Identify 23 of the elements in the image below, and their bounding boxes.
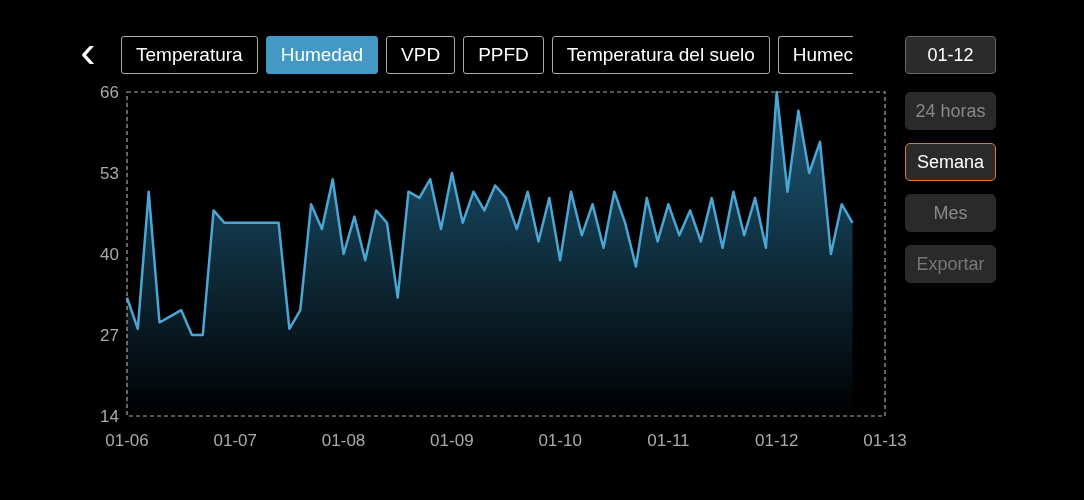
y-tick-label: 53 [100,164,119,183]
tab[interactable]: VPD [386,36,456,74]
tab[interactable]: Temperatura [121,36,258,74]
back-button[interactable]: ‹ [74,36,102,74]
x-tick-label: 01-08 [321,431,366,450]
tab[interactable]: PPFD [463,36,544,74]
x-tick-label: 01-13 [863,431,907,450]
y-tick-label: 40 [100,245,119,264]
x-tick-label: 01-09 [430,431,474,450]
x-tick-label: 01-11 [647,431,690,450]
x-tick-label: 01-10 [538,431,582,450]
y-tick-label: 14 [100,407,119,426]
y-tick-label: 66 [100,83,119,102]
tab[interactable]: Humec [777,36,853,74]
range-button[interactable]: Mes [905,194,996,232]
x-tick-label: 01-06 [105,431,149,450]
x-tick-label: 01-07 [213,431,258,450]
range-button[interactable]: 24 horas [905,92,996,130]
tab[interactable]: Temperatura del suelo [551,36,770,74]
date-button[interactable]: 01-12 [905,36,996,74]
y-tick-label: 27 [100,326,119,345]
x-tick-label: 01-12 [754,431,799,450]
range-button[interactable]: Semana [905,143,996,181]
